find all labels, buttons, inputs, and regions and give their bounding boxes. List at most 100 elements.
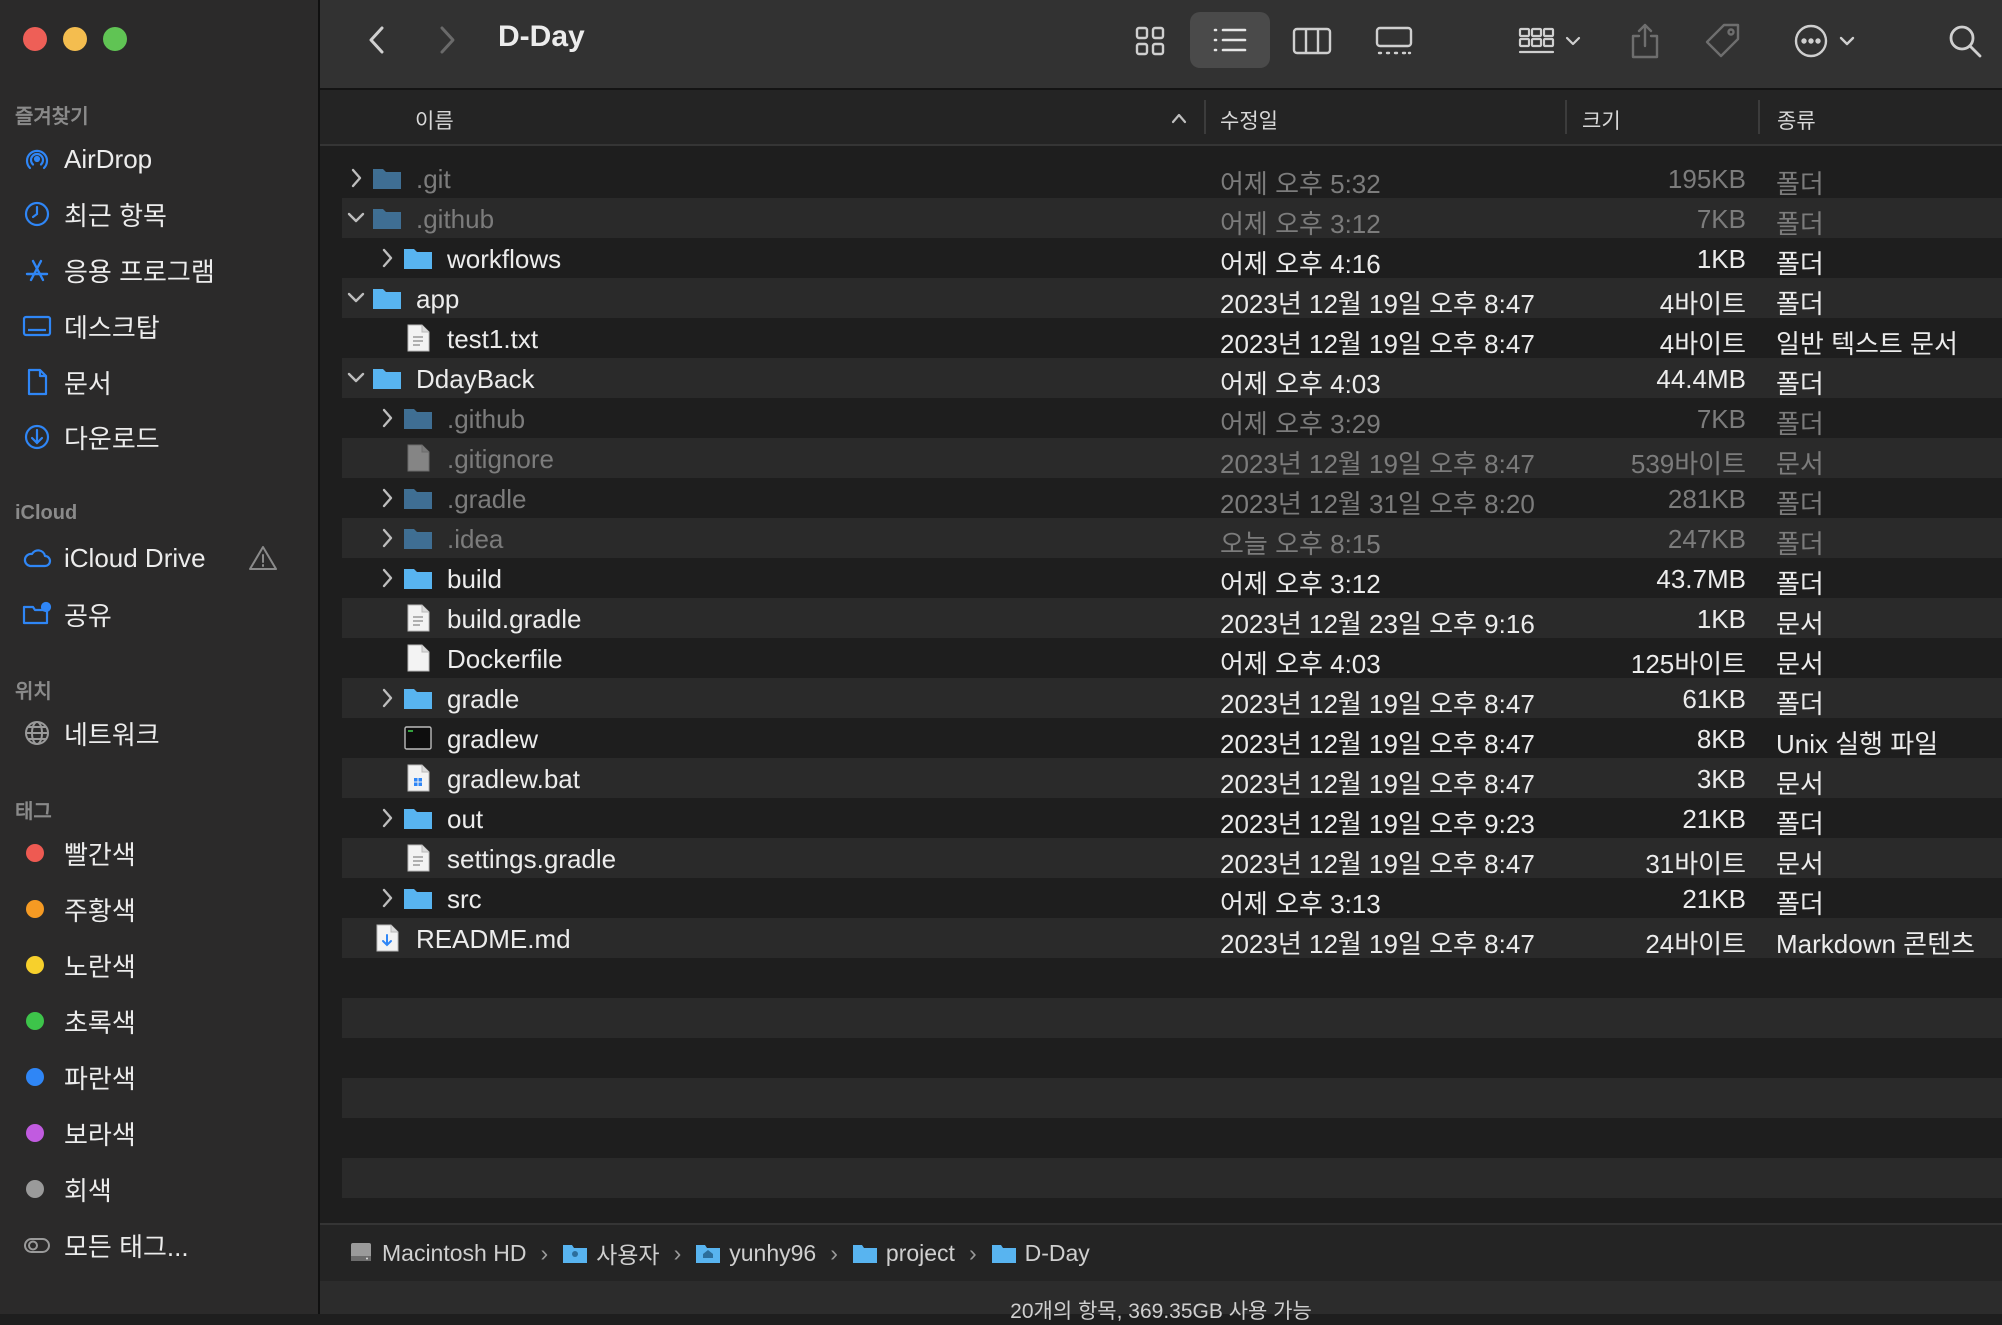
file-row[interactable]: .github 어제 오후 3:29 7KB 폴더: [342, 398, 2002, 439]
icon-view-button[interactable]: [1118, 18, 1182, 64]
sidebar-tag-orange[interactable]: 주황색: [20, 887, 308, 931]
sidebar-item-icloud-drive[interactable]: iCloud Drive: [20, 536, 308, 580]
file-row[interactable]: .gitignore 2023년 12월 19일 오후 8:47 539바이트 문서: [342, 438, 2002, 479]
path-item-home[interactable]: yunhy96 ›: [695, 1240, 852, 1267]
file-row[interactable]: .git 어제 오후 5:32 195KB 폴더: [342, 158, 2002, 199]
sidebar-tag-gray[interactable]: 회색: [20, 1167, 308, 1211]
file-modified: 2023년 12월 23일 오후 9:16: [1220, 609, 1535, 639]
file-name: build.gradle: [447, 604, 582, 634]
disclosure-expanded-icon[interactable]: [346, 286, 366, 310]
zoom-window-button[interactable]: [103, 27, 127, 51]
sidebar-item-applications[interactable]: 응용 프로그램: [20, 248, 308, 292]
file-name: .github: [447, 404, 526, 434]
file-row[interactable]: workflows 어제 오후 4:16 1KB 폴더: [342, 238, 2002, 279]
disclosure-collapsed-icon[interactable]: [377, 806, 397, 830]
list-view-button[interactable]: [1190, 12, 1270, 68]
path-item-project[interactable]: project ›: [852, 1240, 991, 1267]
file-row[interactable]: build.gradle 2023년 12월 23일 오후 9:16 1KB 문서: [342, 598, 2002, 639]
file-row[interactable]: README.md 2023년 12월 19일 오후 8:47 24바이트 Markd…: [342, 918, 2002, 959]
download-icon: [20, 420, 54, 454]
sidebar-tag-purple[interactable]: 보라색: [20, 1111, 308, 1155]
back-button[interactable]: [355, 20, 399, 60]
file-kind: 문서: [1776, 649, 1824, 679]
path-item-d-day[interactable]: D-Day: [991, 1240, 1090, 1267]
column-view-button[interactable]: [1280, 18, 1344, 64]
file-name: app: [416, 284, 460, 314]
sidebar-item-downloads[interactable]: 다운로드: [20, 415, 308, 459]
columns-icon: [1292, 27, 1332, 55]
disclosure-collapsed-icon[interactable]: [346, 166, 366, 190]
file-row[interactable]: src 어제 오후 3:13 21KB 폴더: [342, 878, 2002, 919]
minimize-window-button[interactable]: [63, 27, 87, 51]
file-size: 4바이트: [1659, 289, 1746, 319]
sidebar-item-label: 초록색: [64, 1007, 136, 1038]
file-row[interactable]: .gradle 2023년 12월 31일 오후 8:20 281KB 폴더: [342, 478, 2002, 519]
disclosure-collapsed-icon[interactable]: [377, 246, 397, 270]
sidebar-item-network[interactable]: 네트워크: [20, 711, 308, 755]
file-row[interactable]: app 2023년 12월 19일 오후 8:47 4바이트 폴더: [342, 278, 2002, 319]
disclosure-collapsed-icon[interactable]: [377, 886, 397, 910]
disclosure-collapsed-icon[interactable]: [377, 686, 397, 710]
disclosure-collapsed-icon[interactable]: [377, 406, 397, 430]
more-actions-button[interactable]: [1788, 16, 1868, 66]
gallery-view-button[interactable]: [1362, 18, 1426, 64]
sidebar-tag-blue[interactable]: 파란색: [20, 1055, 308, 1099]
search-button[interactable]: [1940, 16, 1990, 66]
file-modified: 2023년 12월 19일 오후 9:23: [1220, 809, 1535, 839]
path-item-users[interactable]: 사용자 ›: [562, 1236, 695, 1270]
file-row[interactable]: .github 어제 오후 3:12 7KB 폴더: [342, 198, 2002, 239]
column-header-name[interactable]: 이름: [415, 105, 454, 135]
sort-ascending-icon[interactable]: [1170, 112, 1188, 124]
disclosure-collapsed-icon[interactable]: [377, 526, 397, 550]
disclosure-collapsed-icon[interactable]: [377, 486, 397, 510]
file-size: 1KB: [1696, 604, 1746, 634]
file-row[interactable]: settings.gradle 2023년 12월 19일 오후 8:47 31바이…: [342, 838, 2002, 879]
file-row[interactable]: gradlew 2023년 12월 19일 오후 8:47 8KB Unix 실행 파…: [342, 718, 2002, 759]
file-row[interactable]: test1.txt 2023년 12월 19일 오후 8:47 4바이트 일반 텍스트…: [342, 318, 2002, 359]
sidebar-item-desktop[interactable]: 데스크탑: [20, 304, 308, 348]
file-size: 21KB: [1682, 804, 1746, 834]
clock-icon: [20, 197, 54, 231]
file-kind: 폴더: [1776, 249, 1824, 279]
file-row[interactable]: .idea 오늘 오후 8:15 247KB 폴더: [342, 518, 2002, 559]
sidebar-all-tags[interactable]: 모든 태그...: [20, 1223, 308, 1267]
file-name: .github: [416, 204, 495, 234]
search-icon: [1949, 25, 1982, 58]
file-row[interactable]: out 2023년 12월 19일 오후 9:23 21KB 폴더: [342, 798, 2002, 839]
window-controls: [23, 27, 127, 51]
sidebar-item-documents[interactable]: 문서: [20, 360, 308, 404]
group-by-button[interactable]: [1510, 18, 1594, 64]
sidebar-item-shared[interactable]: 공유: [20, 592, 308, 636]
file-row[interactable]: DdayBack 어제 오후 4:03 44.4MB 폴더: [342, 358, 2002, 399]
column-header-kind[interactable]: 종류: [1777, 105, 1816, 135]
warning-icon[interactable]: [248, 544, 278, 579]
file-size: 44.4MB: [1656, 364, 1746, 394]
file-row[interactable]: gradlew.bat 2023년 12월 19일 오후 8:47 3KB 문서: [342, 758, 2002, 799]
sidebar-item-recents[interactable]: 최근 항목: [20, 192, 308, 236]
sidebar-item-label: 노란색: [64, 951, 136, 982]
tag-button[interactable]: [1698, 16, 1748, 66]
empty-row: [342, 958, 2002, 998]
sidebar-item-airdrop[interactable]: AirDrop: [20, 137, 308, 181]
file-row[interactable]: gradle 2023년 12월 19일 오후 8:47 61KB 폴더: [342, 678, 2002, 719]
sidebar-item-label: 보라색: [64, 1119, 136, 1150]
column-header-size[interactable]: 크기: [1582, 105, 1621, 135]
close-window-button[interactable]: [23, 27, 47, 51]
forward-button[interactable]: [425, 20, 469, 60]
file-kind: 폴더: [1776, 409, 1824, 439]
file-modified: 2023년 12월 19일 오후 8:47: [1220, 329, 1535, 359]
sidebar-tag-red[interactable]: 빨간색: [20, 831, 308, 875]
file-row[interactable]: build 어제 오후 3:12 43.7MB 폴더: [342, 558, 2002, 599]
sidebar-item-label: 주황색: [64, 895, 136, 926]
sidebar-tag-yellow[interactable]: 노란색: [20, 943, 308, 987]
folder-icon: [403, 683, 433, 713]
disclosure-collapsed-icon[interactable]: [377, 566, 397, 590]
path-item-macintosh-hd[interactable]: Macintosh HD ›: [348, 1240, 562, 1267]
sidebar-item-label: AirDrop: [64, 143, 153, 174]
column-header-modified[interactable]: 수정일: [1220, 105, 1278, 135]
sidebar-tag-green[interactable]: 초록색: [20, 999, 308, 1043]
file-row[interactable]: Dockerfile 어제 오후 4:03 125바이트 문서: [342, 638, 2002, 679]
disclosure-expanded-icon[interactable]: [346, 206, 366, 230]
share-button[interactable]: [1620, 16, 1670, 66]
disclosure-expanded-icon[interactable]: [346, 366, 366, 390]
